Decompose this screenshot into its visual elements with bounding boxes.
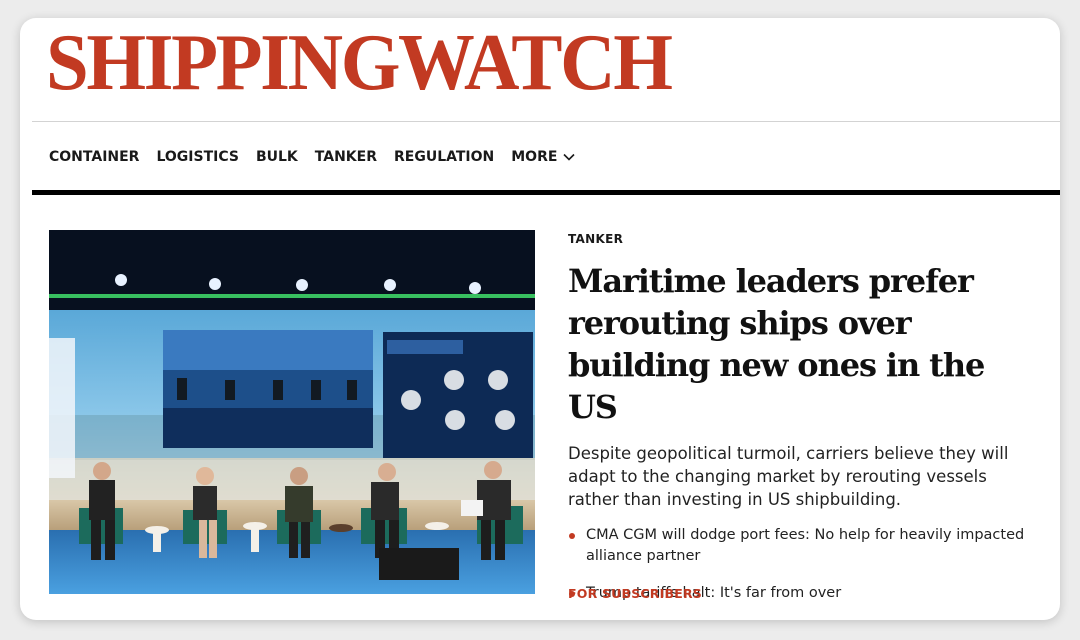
nav-item-bulk[interactable]: BULK: [256, 149, 298, 165]
nav-more-button[interactable]: MORE: [511, 149, 575, 165]
sponsor-column: [49, 338, 75, 478]
feature-article: TANKER Maritime leaders prefer rerouting…: [568, 230, 1038, 620]
nav-item-regulation[interactable]: REGULATION: [394, 149, 494, 165]
page-card: SHIPPINGWATCH CONTAINER LOGISTICS BULK T…: [20, 18, 1060, 620]
for-subscribers-badge[interactable]: FOR SUBSCRIBERS: [568, 586, 702, 601]
related-article-title: CMA CGM will dodge port fees: No help fo…: [586, 527, 1025, 564]
related-article-link[interactable]: CMA CGM will dodge port fees: No help fo…: [568, 525, 1038, 567]
nav-top-divider: [32, 121, 1060, 122]
main-nav: CONTAINER LOGISTICS BULK TANKER REGULATI…: [49, 146, 575, 168]
article-summary: Despite geopolitical turmoil, carriers b…: [568, 444, 1009, 509]
article-headline[interactable]: Maritime leaders prefer rerouting ships …: [568, 260, 1038, 428]
conference-panel-photo: [49, 230, 535, 594]
bullet-dot-icon: [569, 533, 575, 539]
site-logo[interactable]: SHIPPINGWATCH: [46, 20, 673, 106]
chevron-down-icon: [563, 153, 575, 161]
nav-more-label: MORE: [511, 149, 558, 165]
stage-monitor-shape: [379, 548, 459, 580]
nav-item-tanker[interactable]: TANKER: [315, 149, 377, 165]
led-strip-shape: [49, 294, 535, 298]
feature-image[interactable]: [49, 230, 535, 594]
nav-item-logistics[interactable]: LOGISTICS: [156, 149, 238, 165]
nav-item-container[interactable]: CONTAINER: [49, 149, 139, 165]
nav-bottom-divider: [32, 190, 1060, 195]
article-category[interactable]: TANKER: [568, 232, 623, 246]
